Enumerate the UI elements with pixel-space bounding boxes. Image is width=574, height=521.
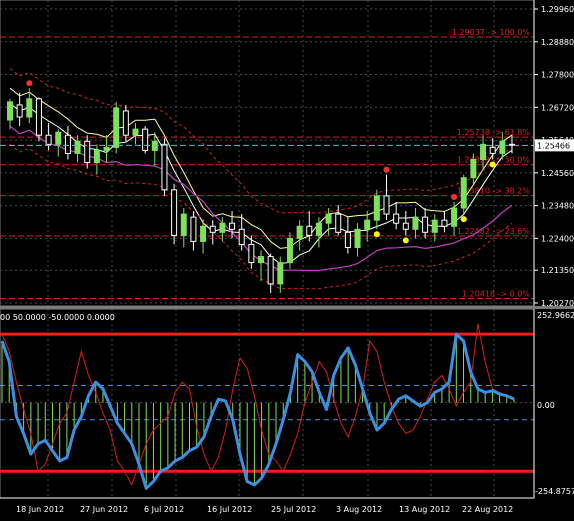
fib-level-label: 1.22482 -> 23.6% [457, 227, 531, 236]
fib-level-label: 1.29037 -> 100.0% [452, 28, 531, 37]
date-label: 6 Jul 2012 [144, 505, 184, 514]
price-axis: 1.29960 1.28880 1.27800 1.26720 1.25640 1.245… [533, 0, 574, 308]
candle-body [161, 143, 168, 191]
fib-level-label: 1.20418 -> 0.0% [462, 290, 530, 299]
candle-body [26, 98, 33, 118]
candle-body [335, 213, 342, 233]
candle-body [229, 222, 236, 230]
candle-body [209, 225, 216, 233]
price-axis-label: 1.26720 [541, 103, 574, 112]
candle-body [122, 110, 129, 136]
main-price-pane: 1.29037 -> 100.0%1.25738 -> 61.8%1.24828… [0, 0, 574, 307]
candle-body [451, 207, 458, 227]
candle-body [180, 213, 187, 236]
date-label: 25 Jul 2012 [271, 505, 316, 514]
candle-body [431, 219, 438, 233]
candle-body [325, 213, 332, 224]
candle-body [267, 256, 274, 285]
indicator-pane: 00 50.0000 -50.0000 0.0000 [0, 308, 535, 499]
candle-body [441, 219, 448, 227]
fib-level-label: 1.25738 -> 61.8% [457, 128, 531, 137]
date-label: 13 Aug 2012 [399, 505, 450, 514]
candle-body [306, 225, 313, 236]
candle-body [64, 134, 71, 154]
fib-level-label: 1.23810 -> 38.2% [457, 187, 531, 196]
candle-body [74, 140, 81, 154]
candle-body [16, 104, 23, 118]
indicator-axis: 252.9662 0.00 -254.8757 [533, 309, 574, 498]
date-axis: 18 Jun 2012 27 Jun 2012 6 Jul 2012 16 Ju… [0, 497, 534, 514]
candle-body [35, 98, 42, 136]
indicator-axis-max: 252.9662 [537, 311, 574, 320]
fractal-marker [402, 237, 409, 244]
price-axis-label: 1.23480 [541, 202, 574, 211]
candle-body [480, 143, 487, 160]
candle-body [489, 146, 496, 154]
candle-body [171, 189, 178, 236]
date-label: 27 Jun 2012 [80, 505, 128, 514]
date-label: 3 Aug 2012 [336, 505, 382, 514]
candle-body [258, 256, 264, 264]
candle-body [55, 131, 62, 145]
indicator-axis-min: -254.8757 [535, 487, 574, 496]
candle-body [460, 177, 467, 209]
candle-body [113, 107, 120, 148]
indicator-header: 00 50.0000 -50.0000 0.0000 [0, 313, 115, 322]
candle-body [354, 228, 361, 248]
candle-body [422, 216, 429, 233]
price-axis-label: 1.22400 [541, 234, 574, 243]
candle-body [499, 140, 506, 154]
candle-body [315, 222, 322, 236]
candle-body [84, 140, 91, 164]
candle-body [248, 243, 255, 264]
candle-body [132, 128, 139, 136]
fractal-marker [489, 161, 496, 168]
price-axis-label: 1.29960 [541, 5, 574, 14]
price-axis-label: 1.24560 [541, 169, 574, 178]
candle-body [238, 228, 245, 245]
candle-body [344, 231, 351, 248]
price-axis-label: 1.25640 [541, 136, 574, 145]
price-axis-label: 1.27800 [541, 71, 574, 80]
candle-body [412, 216, 419, 230]
candle-body [219, 222, 226, 233]
chart-window: 1.29037 -> 100.0% 1.25738 -> 61.8% 1.24828… [0, 0, 574, 517]
fractal-marker [26, 80, 33, 87]
candle-body [393, 213, 400, 224]
date-label: 16 Jul 2012 [207, 505, 252, 514]
date-label: 18 Jun 2012 [16, 505, 64, 514]
candle-body [277, 262, 284, 285]
candle-body [470, 158, 477, 179]
candle-body [200, 225, 207, 242]
fractal-marker [383, 166, 390, 173]
candle-body [7, 101, 13, 121]
candle-body [383, 195, 390, 215]
fractal-marker [373, 231, 380, 238]
candle-body [373, 195, 380, 221]
date-label: 22 Aug 2012 [462, 505, 513, 514]
chart-canvas[interactable]: 1.29037 -> 100.0%1.25738 -> 61.8%1.24828… [0, 0, 574, 517]
price-axis-label: 1.28880 [541, 38, 574, 47]
candle-body [142, 128, 149, 151]
candle-body [402, 222, 409, 230]
candle-body [190, 216, 197, 242]
candle-body [364, 219, 371, 230]
candle-body [103, 146, 110, 151]
candle-body [45, 134, 52, 145]
indicator-axis-zero: 0.00 [537, 401, 555, 410]
fractal-marker [460, 216, 467, 223]
candle-body [286, 237, 293, 264]
candle-body [93, 149, 100, 164]
price-axis-label: 1.21350 [541, 266, 574, 275]
fractal-marker [451, 193, 458, 200]
candle-body [296, 225, 303, 239]
